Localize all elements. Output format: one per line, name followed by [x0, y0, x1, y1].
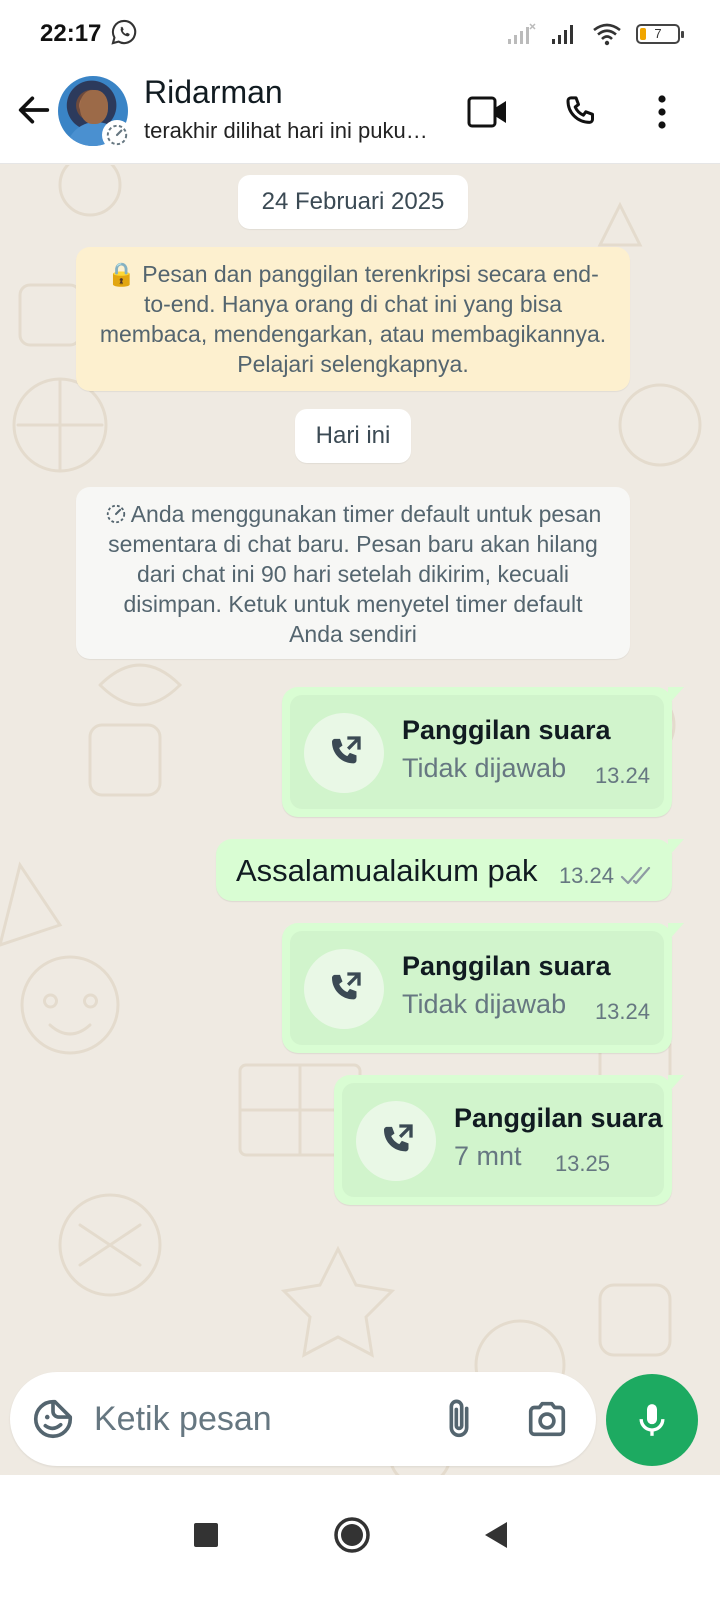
call-title: Panggilan suara	[402, 715, 611, 745]
back-triangle-icon	[485, 1522, 507, 1548]
video-call-button[interactable]	[466, 90, 510, 134]
back-button[interactable]	[466, 1505, 526, 1565]
date-separator: 24 Februari 2025	[238, 175, 468, 229]
home-circle-icon	[334, 1517, 370, 1553]
message-time: 13.25	[554, 1151, 610, 1176]
status-bar: 22:17 7	[0, 0, 720, 68]
call-message[interactable]: Panggilan suara Tidak dijawab 13.24	[282, 687, 684, 817]
message-composer	[10, 1372, 596, 1466]
message-input[interactable]	[94, 1388, 424, 1450]
outgoing-call-icon	[304, 949, 384, 1029]
signal-icon	[552, 25, 573, 44]
status-time: 22:17	[40, 20, 102, 47]
chat-area[interactable]: 24 Februari 2025 🔒 Pesan dan panggilan t…	[0, 165, 720, 1505]
recents-square-icon	[194, 1523, 218, 1547]
message-time: 13.24	[594, 763, 650, 788]
battery-icon: 7	[636, 24, 684, 44]
wifi-icon	[593, 23, 621, 46]
call-duration: 7 mnt	[454, 1141, 522, 1171]
call-status: Tidak dijawab	[402, 989, 567, 1019]
status-icons: 7	[506, 22, 684, 46]
timer-notice-text: Anda menggunakan timer default untuk pes…	[108, 501, 602, 647]
today-separator: Hari ini	[295, 409, 411, 463]
disappearing-timer-icon	[106, 504, 125, 524]
system-navigation-bar	[0, 1475, 720, 1600]
whatsapp-notification-icon	[111, 19, 137, 45]
more-options-button[interactable]	[640, 90, 684, 134]
home-button[interactable]	[322, 1505, 382, 1565]
camera-icon[interactable]	[524, 1396, 570, 1442]
video-call-icon	[467, 96, 506, 128]
encryption-notice[interactable]: 🔒 Pesan dan panggilan terenkripsi secara…	[76, 247, 630, 391]
contact-name[interactable]: Ridarman	[144, 74, 283, 111]
voice-call-button[interactable]	[558, 90, 602, 134]
call-status: Tidak dijawab	[402, 753, 567, 783]
message-time: 13.24	[558, 863, 614, 888]
signal-weak-icon	[508, 23, 536, 44]
battery-level: 7	[654, 26, 662, 41]
chat-header: Ridarman terakhir dilihat hari ini puku…	[0, 68, 720, 164]
recents-button[interactable]	[176, 1505, 236, 1565]
more-vert-icon	[658, 95, 666, 129]
message-text: Assalamualaikum pak	[236, 853, 538, 888]
back-arrow-icon[interactable]	[14, 90, 54, 130]
outgoing-call-icon	[304, 713, 384, 793]
voice-call-icon	[566, 96, 594, 124]
outgoing-call-icon	[356, 1101, 436, 1181]
disappearing-timer-icon	[102, 120, 132, 150]
text-message[interactable]: Assalamualaikum pak 13.24	[216, 839, 684, 901]
call-title: Panggilan suara	[454, 1103, 663, 1133]
call-message[interactable]: Panggilan suara 7 mnt 13.25	[334, 1075, 684, 1205]
disappearing-messages-notice[interactable]: Anda menggunakan timer default untuk pes…	[76, 487, 630, 659]
sticker-emoji-icon[interactable]	[30, 1396, 76, 1442]
call-message[interactable]: Panggilan suara Tidak dijawab 13.24	[282, 923, 684, 1053]
call-title: Panggilan suara	[402, 951, 611, 981]
read-receipt-icon	[620, 866, 651, 885]
voice-message-button[interactable]	[606, 1374, 698, 1466]
message-time: 13.24	[594, 999, 650, 1024]
contact-last-seen[interactable]: terakhir dilihat hari ini puku…	[144, 118, 450, 144]
attachment-icon[interactable]	[436, 1396, 482, 1442]
microphone-icon	[639, 1404, 665, 1436]
